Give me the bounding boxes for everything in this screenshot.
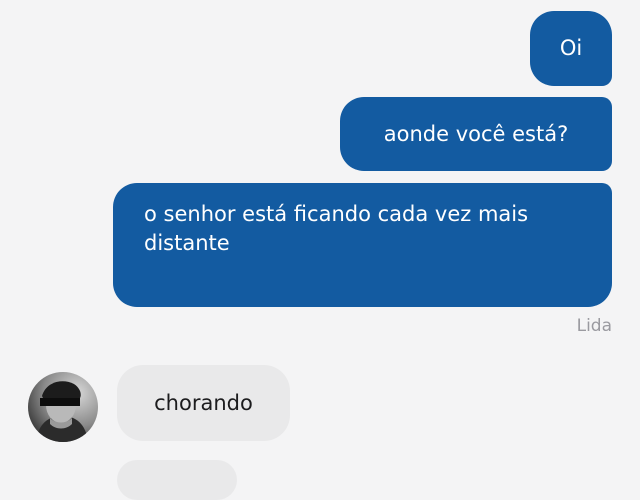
- message-text: o senhor está ficando cada vez mais dist…: [144, 202, 529, 255]
- sent-message-bubble[interactable]: Oi: [530, 11, 612, 86]
- message-text: chorando: [154, 390, 253, 415]
- sent-message-bubble[interactable]: aonde você está?: [340, 97, 612, 171]
- message-text: aonde você está?: [383, 121, 569, 146]
- message-text: Oi: [559, 36, 583, 61]
- avatar-photo-icon: [28, 372, 98, 442]
- received-message-bubble[interactable]: [117, 460, 237, 500]
- received-message-bubble[interactable]: chorando: [117, 365, 290, 441]
- contact-avatar[interactable]: [28, 372, 98, 442]
- chat-thread: Oi aonde você está? o senhor está ficand…: [0, 0, 640, 500]
- sent-message-bubble[interactable]: o senhor está ficando cada vez mais dist…: [113, 183, 612, 307]
- read-receipt: Lida: [576, 316, 612, 336]
